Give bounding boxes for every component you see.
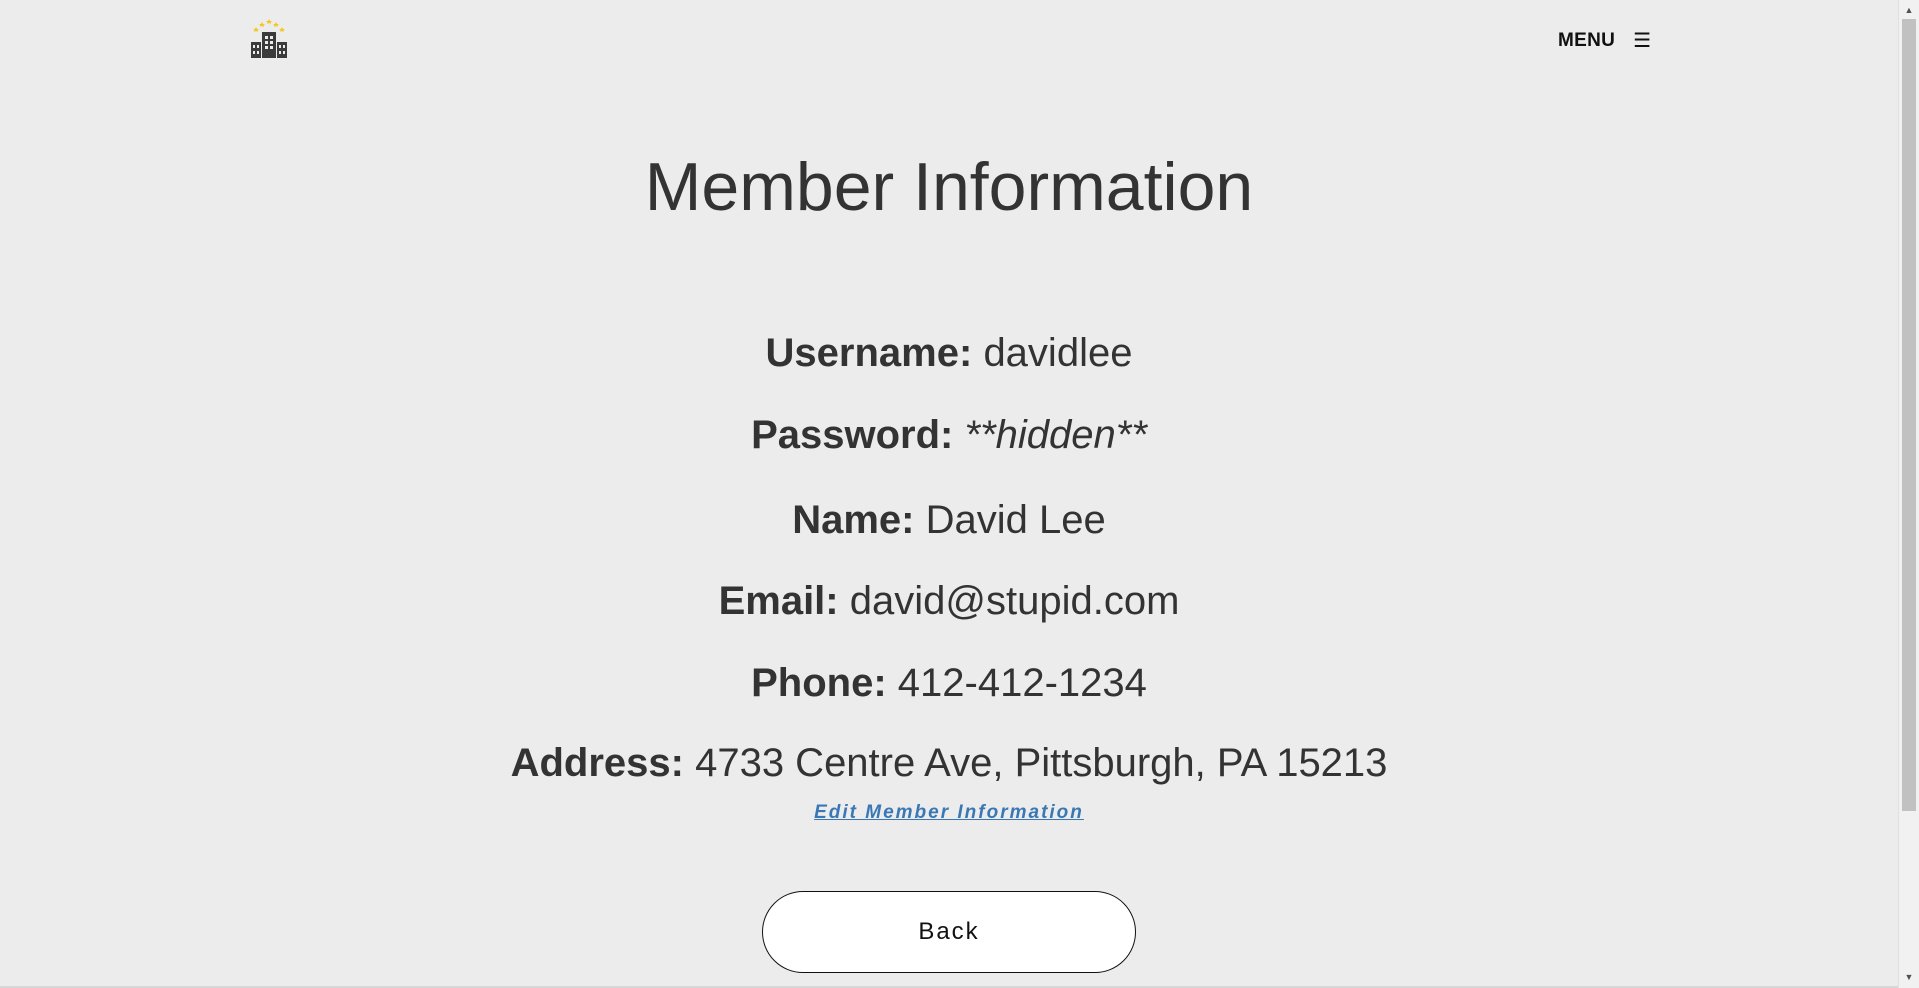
name-row: Name: David Lee [0,500,1898,540]
member-information-page: MENU ☰ Member Information Username: davi… [0,0,1919,988]
username-row: Username: davidlee [0,333,1898,373]
phone-label: Phone: [751,661,887,705]
address-row: Address: 4733 Centre Ave, Pittsburgh, PA… [0,743,1898,783]
name-value: David Lee [925,498,1106,542]
name-label: Name: [792,498,915,542]
menu-button[interactable]: MENU ☰ [1558,30,1651,52]
username-label: Username: [765,331,973,375]
password-label: Password: [751,413,954,457]
address-label: Address: [510,741,684,785]
edit-member-information-link[interactable]: Edit Member Information [0,802,1898,824]
scroll-up-icon[interactable]: ▲ [1899,2,1919,19]
hamburger-icon[interactable]: ☰ [1633,31,1651,51]
password-value: **hidden** [964,413,1147,457]
email-value: david@stupid.com [849,579,1180,623]
password-row: Password: **hidden** [0,415,1898,455]
phone-row: Phone: 412-412-1234 [0,663,1898,703]
email-label: Email: [718,579,839,623]
scroll-down-icon[interactable]: ▼ [1899,969,1919,986]
page-title: Member Information [644,149,1254,225]
scrollbar-thumb[interactable] [1902,19,1916,811]
back-button[interactable]: Back [762,891,1136,973]
address-value: 4733 Centre Ave, Pittsburgh, PA 15213 [695,741,1388,785]
hotel-logo-icon[interactable] [247,18,291,58]
email-row: Email: david@stupid.com [0,581,1898,621]
phone-value: 412-412-1234 [897,661,1147,705]
menu-label: MENU [1558,30,1616,51]
username-value: davidlee [983,331,1133,375]
vertical-scrollbar[interactable]: ▲ ▼ [1898,0,1919,988]
